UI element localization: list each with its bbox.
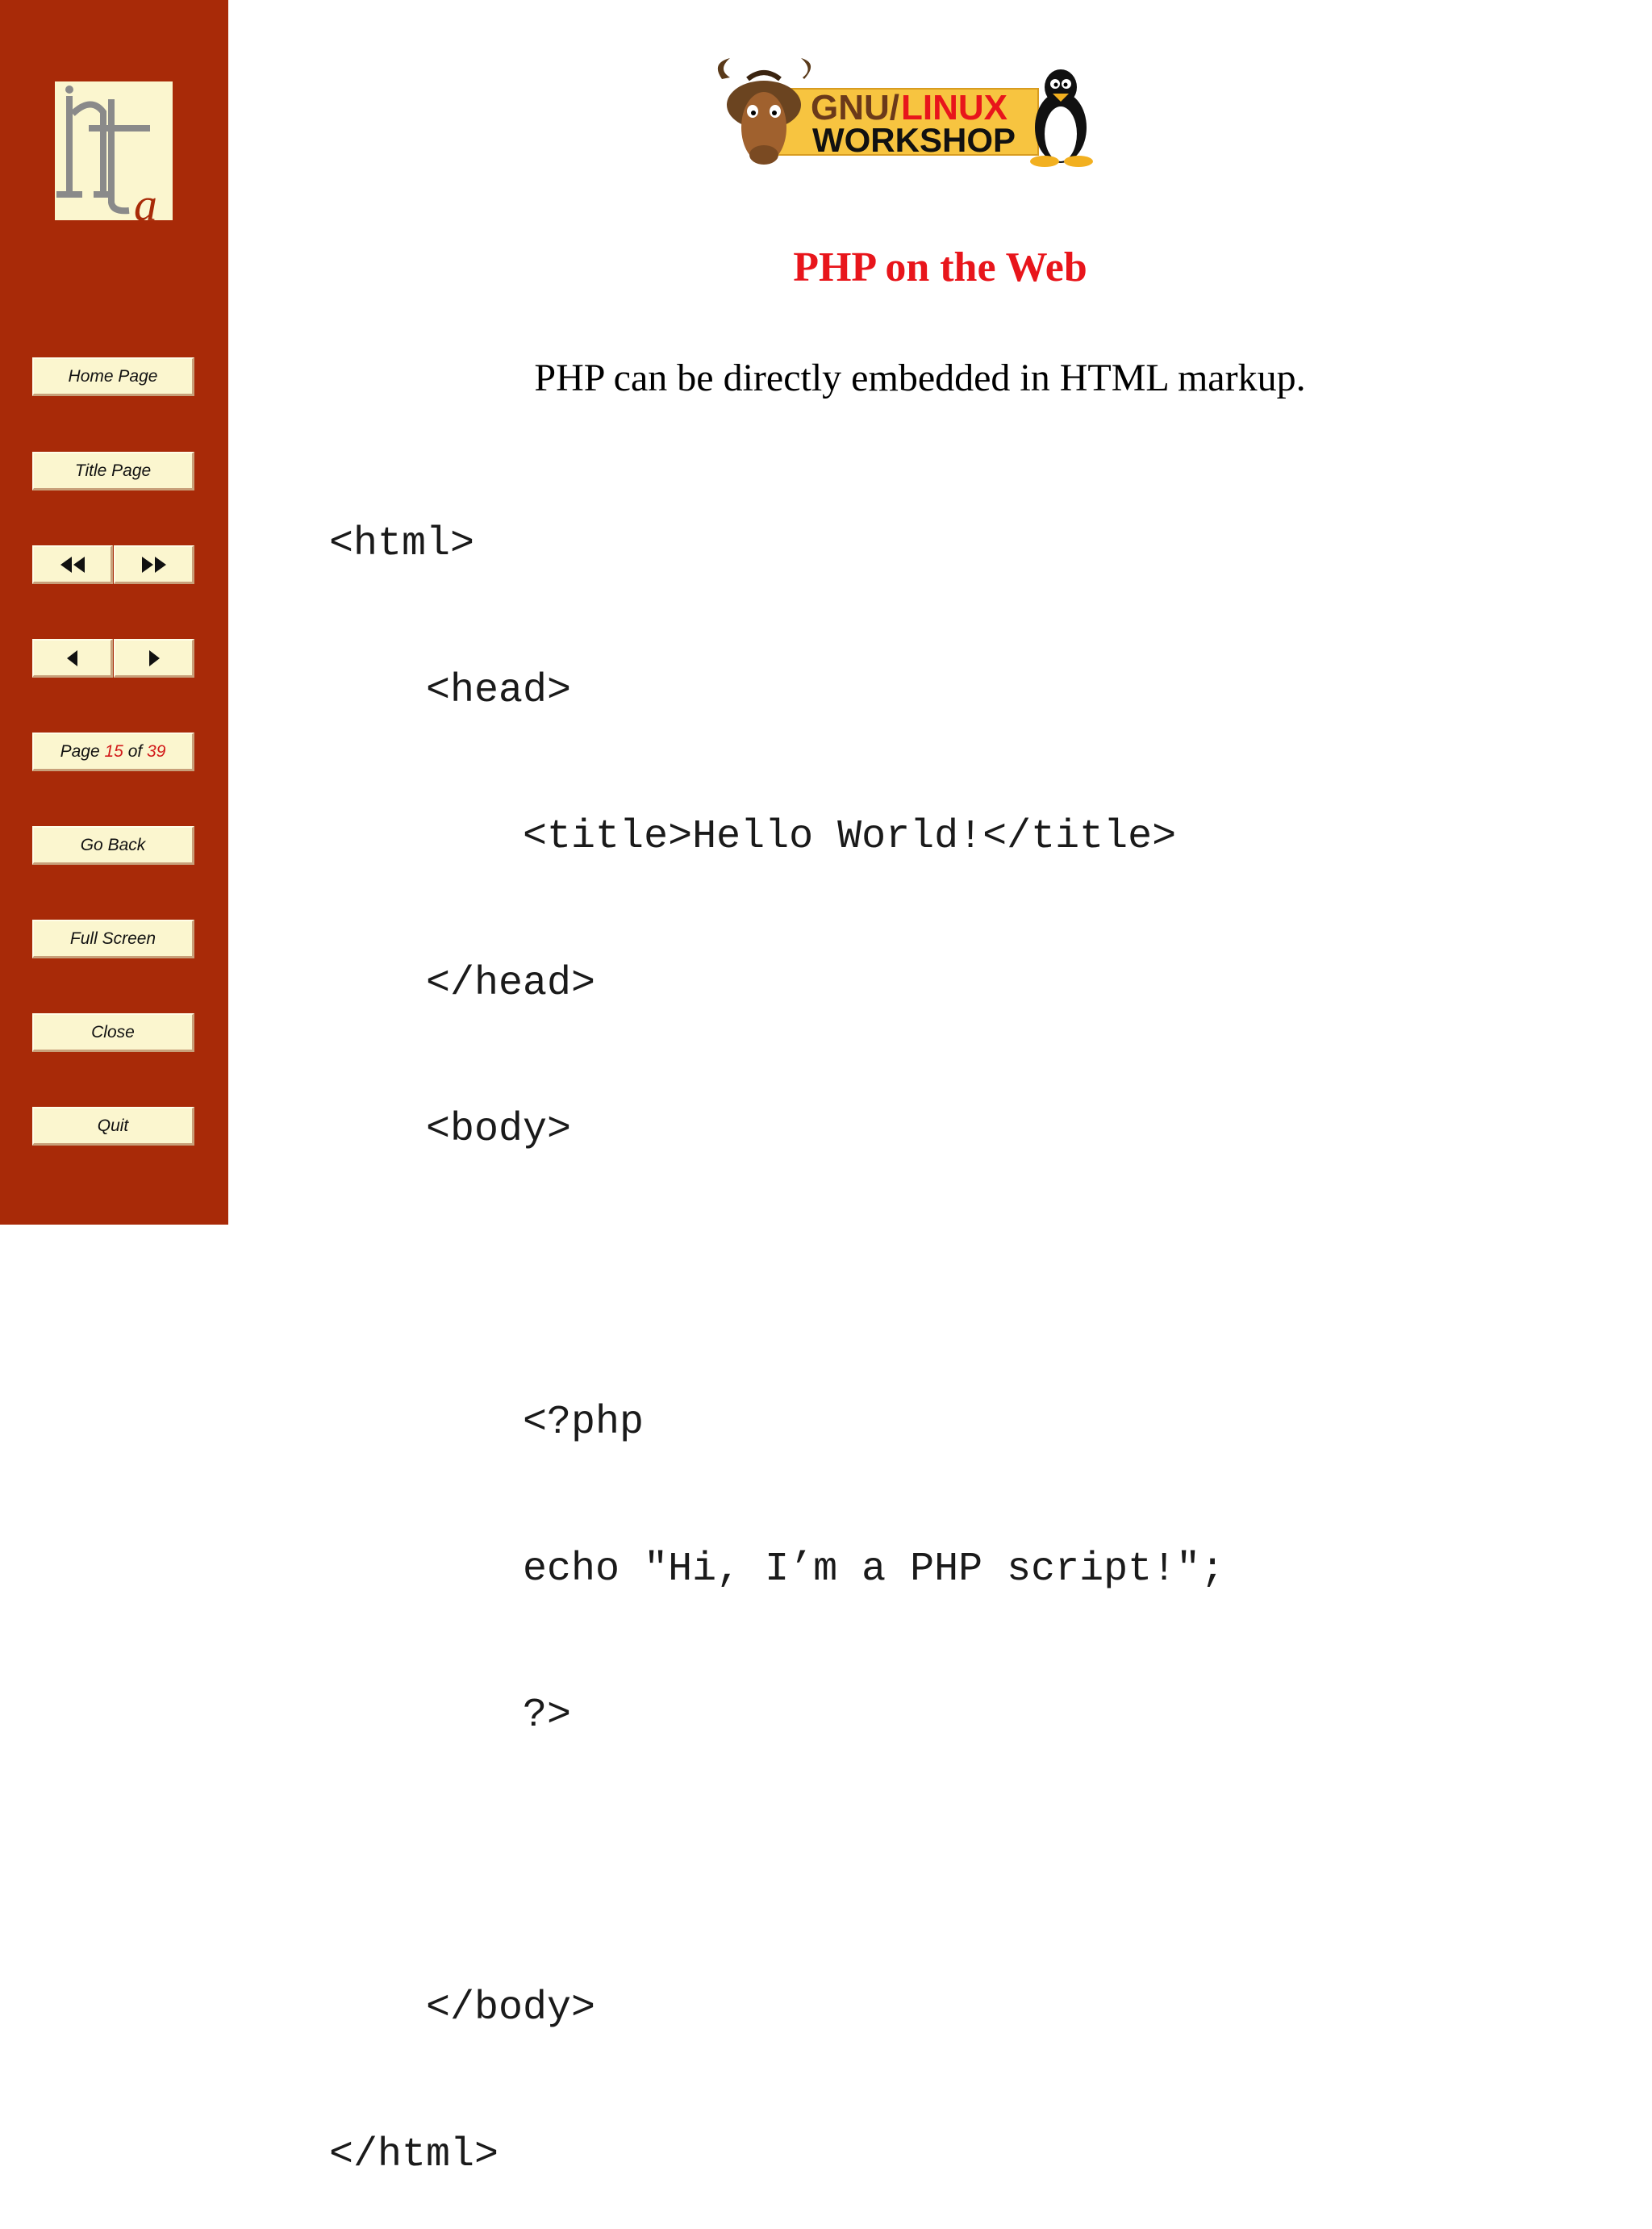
home-page-button[interactable]: Home Page <box>32 357 194 396</box>
next-page-button[interactable] <box>114 639 194 678</box>
sidebar: a Home Page Title Page Page 15 of 39 Go … <box>0 0 228 1225</box>
code-line: <title>Hello World!</title> <box>329 814 1177 860</box>
code-line: </head> <box>329 960 596 1007</box>
fast-rewind-button[interactable] <box>32 545 113 584</box>
previous-icon <box>66 649 77 666</box>
gnu-linux-workshop-logo: GNU/ LINUX WORKSHOP <box>706 55 1095 168</box>
fast-rewind-icon <box>60 556 85 573</box>
title-page-button[interactable]: Title Page <box>32 452 194 490</box>
code-line: <?php <box>329 1400 645 1446</box>
code-line: <html> <box>329 521 475 567</box>
go-back-button[interactable]: Go Back <box>32 826 194 865</box>
slide-subtitle: PHP can be directly embedded in HTML mar… <box>534 357 1306 399</box>
code-line: <body> <box>329 1107 572 1153</box>
gnu-linux-workshop-logo-icon: GNU/ LINUX WORKSHOP <box>717 58 1093 167</box>
page-indicator: Page 15 of 39 <box>32 733 194 771</box>
close-button[interactable]: Close <box>32 1013 194 1052</box>
logo-workshop-text: WORKSHOP <box>812 121 1016 159</box>
quit-button[interactable]: Quit <box>32 1107 194 1146</box>
fast-forward-button[interactable] <box>114 545 194 584</box>
total-pages: 39 <box>147 741 166 761</box>
code-line: </body> <box>329 1985 596 2031</box>
code-line: </html> <box>329 2131 499 2178</box>
fast-forward-icon <box>141 556 166 573</box>
ita-logo: a <box>55 81 173 220</box>
ita-logo-icon: a <box>56 86 157 220</box>
previous-page-button[interactable] <box>32 639 113 678</box>
code-line: ?> <box>329 1693 572 1739</box>
code-block: <html> <head> <title>Hello World!</title… <box>329 423 1224 2229</box>
svg-text:a: a <box>134 178 157 220</box>
full-screen-button[interactable]: Full Screen <box>32 920 194 958</box>
page-prefix: Page <box>60 741 100 761</box>
page-separator: of <box>127 741 143 761</box>
next-icon <box>148 649 160 666</box>
current-page: 15 <box>104 741 123 761</box>
tux-penguin-icon <box>1030 69 1093 167</box>
slide-title: PHP on the Web <box>793 244 1087 290</box>
code-line: <head> <box>329 667 572 714</box>
code-line: echo "Hi, I’m a PHP script!"; <box>329 1546 1225 1592</box>
